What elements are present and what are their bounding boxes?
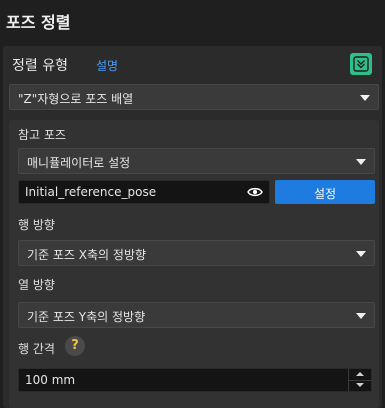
reference-pose-source-value: 매니퓰레이터로 설정 (27, 156, 131, 170)
sort-type-row: 정렬 유형 설명 (3, 46, 382, 82)
reference-pose-name-field[interactable]: Initial_reference_pose (18, 180, 270, 204)
help-icon[interactable]: ? (65, 336, 85, 356)
chevron-down-icon (356, 159, 366, 165)
chevron-down-icon (356, 313, 366, 319)
panel-header: 포즈 정렬 (0, 0, 385, 40)
reference-pose-label: 참고 포즈 (18, 128, 66, 142)
sort-type-dropdown[interactable]: "Z"자형으로 포즈 배열 (9, 84, 379, 110)
reference-pose-name-value: Initial_reference_pose (25, 185, 157, 199)
collapse-icon (353, 56, 369, 72)
set-pose-button-label: 설정 (313, 187, 337, 201)
chevron-down-icon (360, 95, 370, 101)
row-spacing-field[interactable]: 100 mm (18, 368, 372, 392)
column-direction-label: 열 방향 (18, 278, 55, 292)
column-direction-value: 기준 포즈 Y축의 정방향 (27, 310, 146, 324)
sort-panel: 정렬 유형 설명 "Z"자형으로 포즈 배열 참고 포즈 매니퓰레이터로 설정 … (3, 46, 382, 408)
row-spacing-label: 행 간격 (18, 342, 55, 356)
page-title: 포즈 정렬 (6, 13, 71, 32)
sort-settings-group: 참고 포즈 매니퓰레이터로 설정 Initial_reference_pose … (9, 120, 379, 408)
chevron-down-icon (356, 251, 366, 257)
row-direction-label: 행 방향 (18, 218, 55, 232)
description-link[interactable]: 설명 (96, 57, 118, 74)
reference-pose-source-dropdown[interactable]: 매니퓰레이터로 설정 (18, 148, 375, 174)
row-spacing-stepper (348, 369, 371, 391)
row-direction-dropdown[interactable]: 기준 포즈 X축의 정방향 (18, 240, 375, 266)
set-pose-button[interactable]: 설정 (275, 180, 375, 204)
column-direction-dropdown[interactable]: 기준 포즈 Y축의 정방향 (18, 302, 375, 328)
row-direction-value: 기준 포즈 X축의 정방향 (27, 248, 147, 262)
decrement-arrow-icon[interactable] (349, 380, 371, 391)
eye-icon[interactable] (247, 186, 263, 198)
sort-type-label: 정렬 유형 (12, 58, 68, 74)
collapse-button[interactable] (350, 53, 372, 75)
sort-type-value: "Z"자형으로 포즈 배열 (18, 92, 134, 106)
row-spacing-value: 100 mm (25, 373, 76, 387)
